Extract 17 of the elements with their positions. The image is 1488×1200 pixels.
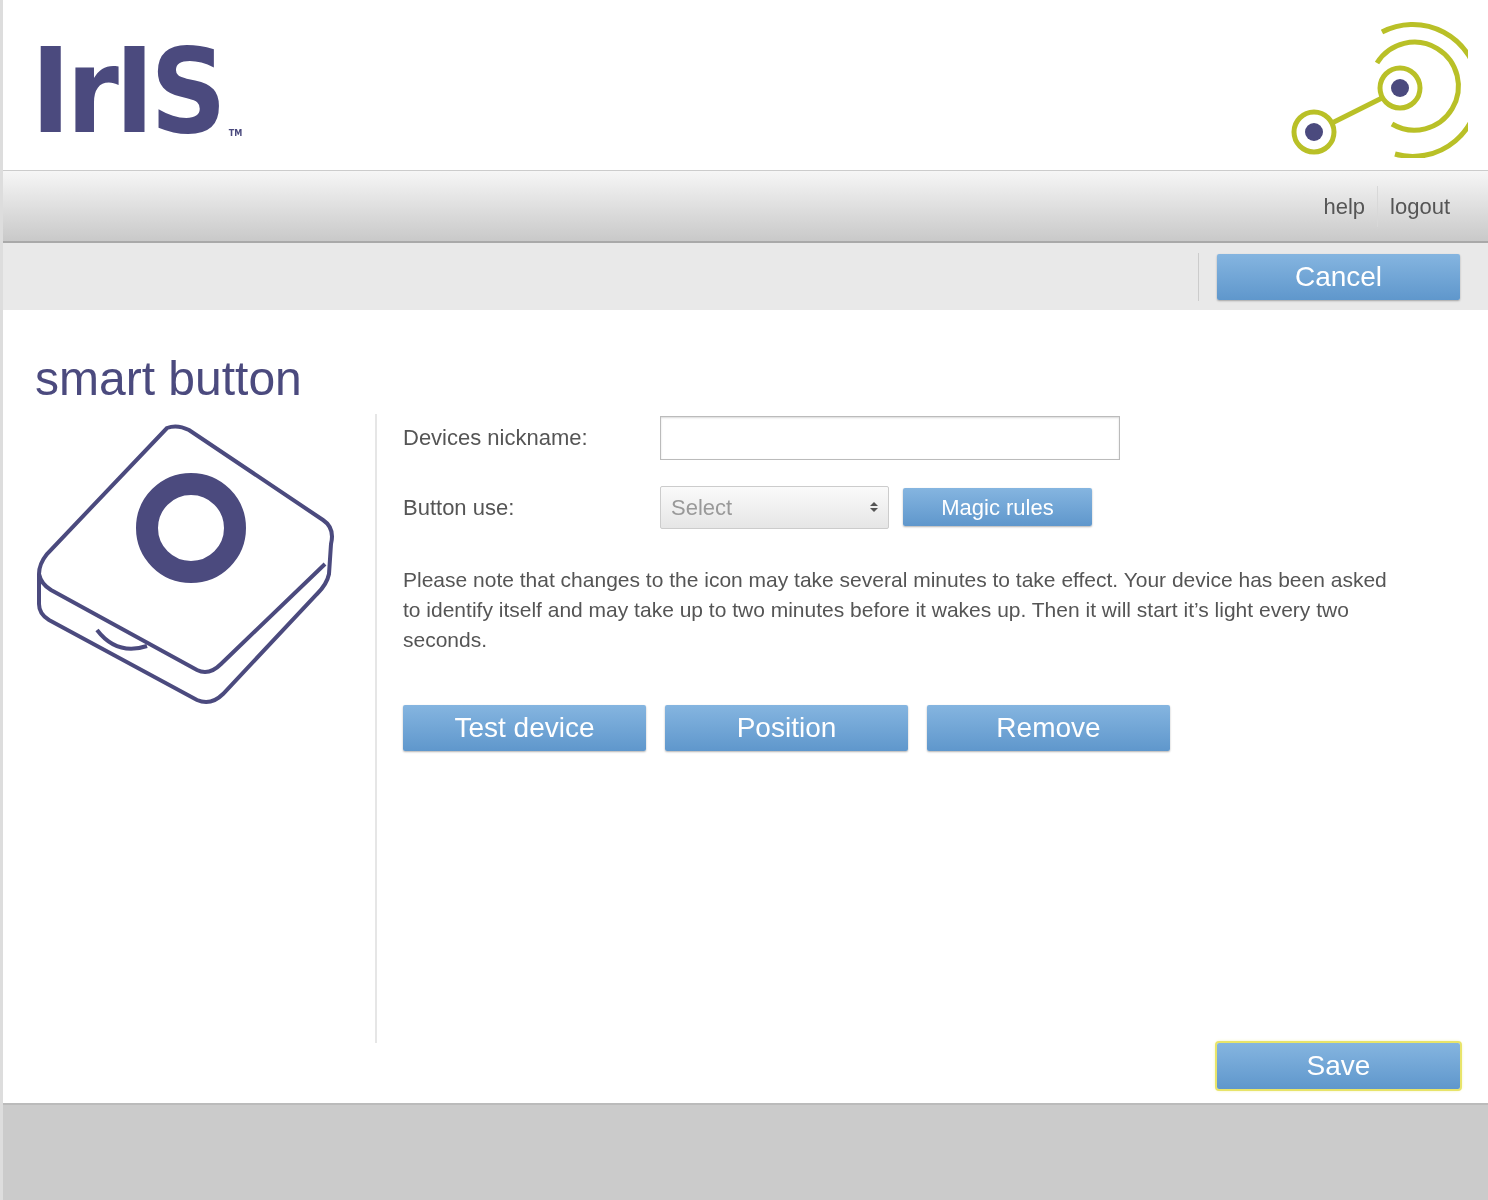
nav-link[interactable]: help: [1311, 185, 1378, 227]
action-button[interactable]: Remove: [927, 704, 1170, 751]
signal-logo-icon: [1290, 20, 1468, 158]
field-label: Devices nickname:: [403, 424, 589, 453]
page-title: smart button: [35, 351, 303, 407]
nav-link[interactable]: logout: [1377, 185, 1462, 227]
updown-arrows-icon: [870, 501, 878, 514]
action-button[interactable]: Position: [665, 704, 908, 751]
info-paragraph: Please note that changes to the icon may take several minutes to take effect. Your device has been asked to identify itself and may take up to two minutes before it wakes up. Then it will start it’s light every two seconds.: [403, 566, 1388, 653]
magic-rules-button[interactable]: Magic rules: [903, 488, 1092, 527]
save-button[interactable]: Save: [1217, 1043, 1460, 1089]
select-dropdown[interactable]: Select: [660, 485, 889, 529]
field-label: Button use:: [403, 493, 516, 522]
cancel-button[interactable]: Cancel: [1217, 253, 1460, 300]
nickname-field[interactable]: [660, 415, 1120, 460]
action-button[interactable]: Test device: [403, 704, 646, 751]
iris-logo: IrIS TM: [31, 32, 243, 150]
